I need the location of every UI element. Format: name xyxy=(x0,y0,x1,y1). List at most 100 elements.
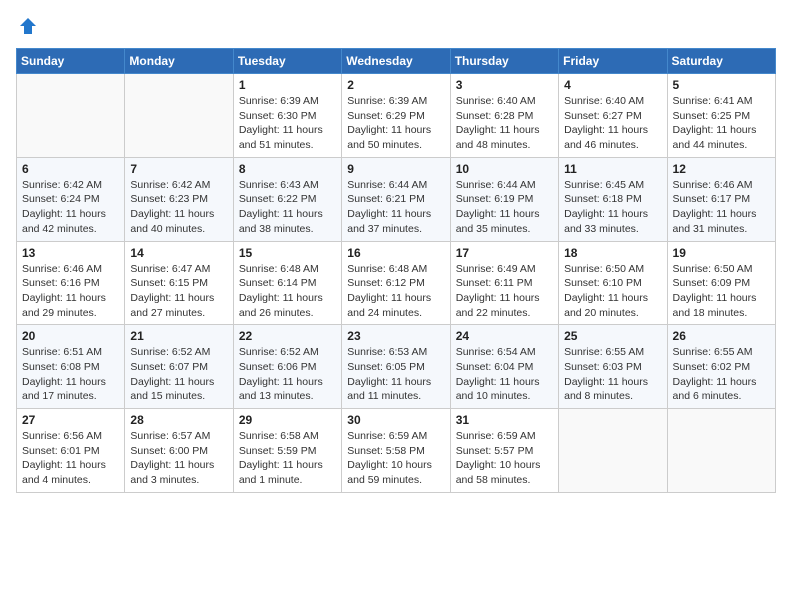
calendar-cell: 4 Sunrise: 6:40 AM Sunset: 6:27 PM Daylig… xyxy=(559,74,667,158)
day-number: 24 xyxy=(456,329,553,343)
day-detail: Sunrise: 6:52 AM Sunset: 6:06 PM Dayligh… xyxy=(239,345,336,404)
day-detail: Sunrise: 6:52 AM Sunset: 6:07 PM Dayligh… xyxy=(130,345,227,404)
day-number: 8 xyxy=(239,162,336,176)
day-number: 25 xyxy=(564,329,661,343)
day-number: 6 xyxy=(22,162,119,176)
day-number: 30 xyxy=(347,413,444,427)
day-detail: Sunrise: 6:54 AM Sunset: 6:04 PM Dayligh… xyxy=(456,345,553,404)
day-number: 12 xyxy=(673,162,770,176)
day-number: 10 xyxy=(456,162,553,176)
calendar-week-row: 6 Sunrise: 6:42 AM Sunset: 6:24 PM Daylig… xyxy=(17,157,776,241)
day-detail: Sunrise: 6:55 AM Sunset: 6:03 PM Dayligh… xyxy=(564,345,661,404)
calendar-cell: 19 Sunrise: 6:50 AM Sunset: 6:09 PM Dayli… xyxy=(667,241,775,325)
day-of-week-header: Wednesday xyxy=(342,49,450,74)
calendar-cell: 29 Sunrise: 6:58 AM Sunset: 5:59 PM Dayli… xyxy=(233,409,341,493)
calendar-cell: 10 Sunrise: 6:44 AM Sunset: 6:19 PM Dayli… xyxy=(450,157,558,241)
day-number: 19 xyxy=(673,246,770,260)
day-detail: Sunrise: 6:50 AM Sunset: 6:10 PM Dayligh… xyxy=(564,262,661,321)
day-detail: Sunrise: 6:56 AM Sunset: 6:01 PM Dayligh… xyxy=(22,429,119,488)
calendar-cell: 11 Sunrise: 6:45 AM Sunset: 6:18 PM Dayli… xyxy=(559,157,667,241)
day-detail: Sunrise: 6:40 AM Sunset: 6:27 PM Dayligh… xyxy=(564,94,661,153)
day-number: 13 xyxy=(22,246,119,260)
day-number: 5 xyxy=(673,78,770,92)
day-detail: Sunrise: 6:42 AM Sunset: 6:23 PM Dayligh… xyxy=(130,178,227,237)
calendar-cell: 16 Sunrise: 6:48 AM Sunset: 6:12 PM Dayli… xyxy=(342,241,450,325)
day-number: 11 xyxy=(564,162,661,176)
day-number: 29 xyxy=(239,413,336,427)
calendar-cell: 26 Sunrise: 6:55 AM Sunset: 6:02 PM Dayli… xyxy=(667,325,775,409)
calendar-table: SundayMondayTuesdayWednesdayThursdayFrid… xyxy=(16,48,776,493)
day-detail: Sunrise: 6:57 AM Sunset: 6:00 PM Dayligh… xyxy=(130,429,227,488)
calendar-cell: 8 Sunrise: 6:43 AM Sunset: 6:22 PM Daylig… xyxy=(233,157,341,241)
calendar-cell: 1Sunrise: 6:39 AM Sunset: 6:30 PM Daylig… xyxy=(233,74,341,158)
day-number: 2 xyxy=(347,78,444,92)
day-number: 17 xyxy=(456,246,553,260)
day-detail: Sunrise: 6:41 AM Sunset: 6:25 PM Dayligh… xyxy=(673,94,770,153)
day-number: 16 xyxy=(347,246,444,260)
day-number: 7 xyxy=(130,162,227,176)
day-detail: Sunrise: 6:47 AM Sunset: 6:15 PM Dayligh… xyxy=(130,262,227,321)
day-detail: Sunrise: 6:48 AM Sunset: 6:12 PM Dayligh… xyxy=(347,262,444,321)
day-detail: Sunrise: 6:58 AM Sunset: 5:59 PM Dayligh… xyxy=(239,429,336,488)
calendar-cell: 20 Sunrise: 6:51 AM Sunset: 6:08 PM Dayli… xyxy=(17,325,125,409)
day-detail: Sunrise: 6:40 AM Sunset: 6:28 PM Dayligh… xyxy=(456,94,553,153)
logo xyxy=(16,16,38,36)
day-number: 9 xyxy=(347,162,444,176)
day-number: 15 xyxy=(239,246,336,260)
day-detail: Sunrise: 6:48 AM Sunset: 6:14 PM Dayligh… xyxy=(239,262,336,321)
calendar-cell: 30Sunrise: 6:59 AM Sunset: 5:58 PM Dayli… xyxy=(342,409,450,493)
day-number: 4 xyxy=(564,78,661,92)
day-detail: Sunrise: 6:46 AM Sunset: 6:16 PM Dayligh… xyxy=(22,262,119,321)
calendar-cell: 12Sunrise: 6:46 AM Sunset: 6:17 PM Dayli… xyxy=(667,157,775,241)
day-number: 20 xyxy=(22,329,119,343)
calendar-cell: 17 Sunrise: 6:49 AM Sunset: 6:11 PM Dayli… xyxy=(450,241,558,325)
logo-icon xyxy=(18,16,38,36)
day-detail: Sunrise: 6:44 AM Sunset: 6:21 PM Dayligh… xyxy=(347,178,444,237)
day-detail: Sunrise: 6:53 AM Sunset: 6:05 PM Dayligh… xyxy=(347,345,444,404)
calendar-cell: 28 Sunrise: 6:57 AM Sunset: 6:00 PM Dayli… xyxy=(125,409,233,493)
calendar-cell: 27 Sunrise: 6:56 AM Sunset: 6:01 PM Dayli… xyxy=(17,409,125,493)
day-detail: Sunrise: 6:51 AM Sunset: 6:08 PM Dayligh… xyxy=(22,345,119,404)
day-of-week-header: Sunday xyxy=(17,49,125,74)
day-number: 31 xyxy=(456,413,553,427)
page-header xyxy=(16,16,776,36)
calendar-cell: 9 Sunrise: 6:44 AM Sunset: 6:21 PM Daylig… xyxy=(342,157,450,241)
day-of-week-header: Thursday xyxy=(450,49,558,74)
calendar-cell: 25 Sunrise: 6:55 AM Sunset: 6:03 PM Dayli… xyxy=(559,325,667,409)
calendar-week-row: 13 Sunrise: 6:46 AM Sunset: 6:16 PM Dayli… xyxy=(17,241,776,325)
calendar-cell: 18 Sunrise: 6:50 AM Sunset: 6:10 PM Dayli… xyxy=(559,241,667,325)
calendar-cell: 21Sunrise: 6:52 AM Sunset: 6:07 PM Dayli… xyxy=(125,325,233,409)
day-detail: Sunrise: 6:42 AM Sunset: 6:24 PM Dayligh… xyxy=(22,178,119,237)
day-detail: Sunrise: 6:44 AM Sunset: 6:19 PM Dayligh… xyxy=(456,178,553,237)
calendar-cell: 5 Sunrise: 6:41 AM Sunset: 6:25 PM Daylig… xyxy=(667,74,775,158)
calendar-cell xyxy=(17,74,125,158)
calendar-week-row: 1Sunrise: 6:39 AM Sunset: 6:30 PM Daylig… xyxy=(17,74,776,158)
day-number: 23 xyxy=(347,329,444,343)
calendar-header: SundayMondayTuesdayWednesdayThursdayFrid… xyxy=(17,49,776,74)
day-of-week-header: Saturday xyxy=(667,49,775,74)
calendar-body: 1Sunrise: 6:39 AM Sunset: 6:30 PM Daylig… xyxy=(17,74,776,493)
calendar-cell xyxy=(559,409,667,493)
day-number: 3 xyxy=(456,78,553,92)
day-detail: Sunrise: 6:45 AM Sunset: 6:18 PM Dayligh… xyxy=(564,178,661,237)
day-number: 18 xyxy=(564,246,661,260)
day-of-week-header: Friday xyxy=(559,49,667,74)
calendar-cell: 6 Sunrise: 6:42 AM Sunset: 6:24 PM Daylig… xyxy=(17,157,125,241)
day-detail: Sunrise: 6:50 AM Sunset: 6:09 PM Dayligh… xyxy=(673,262,770,321)
day-detail: Sunrise: 6:59 AM Sunset: 5:57 PM Dayligh… xyxy=(456,429,553,488)
day-number: 14 xyxy=(130,246,227,260)
calendar-cell: 15 Sunrise: 6:48 AM Sunset: 6:14 PM Dayli… xyxy=(233,241,341,325)
day-number: 26 xyxy=(673,329,770,343)
calendar-cell: 23 Sunrise: 6:53 AM Sunset: 6:05 PM Dayli… xyxy=(342,325,450,409)
calendar-cell: 2Sunrise: 6:39 AM Sunset: 6:29 PM Daylig… xyxy=(342,74,450,158)
day-of-week-header: Monday xyxy=(125,49,233,74)
day-detail: Sunrise: 6:55 AM Sunset: 6:02 PM Dayligh… xyxy=(673,345,770,404)
calendar-cell: 22Sunrise: 6:52 AM Sunset: 6:06 PM Dayli… xyxy=(233,325,341,409)
day-detail: Sunrise: 6:49 AM Sunset: 6:11 PM Dayligh… xyxy=(456,262,553,321)
day-number: 27 xyxy=(22,413,119,427)
day-number: 28 xyxy=(130,413,227,427)
calendar-cell xyxy=(667,409,775,493)
day-detail: Sunrise: 6:43 AM Sunset: 6:22 PM Dayligh… xyxy=(239,178,336,237)
calendar-cell: 3 Sunrise: 6:40 AM Sunset: 6:28 PM Daylig… xyxy=(450,74,558,158)
days-of-week-row: SundayMondayTuesdayWednesdayThursdayFrid… xyxy=(17,49,776,74)
